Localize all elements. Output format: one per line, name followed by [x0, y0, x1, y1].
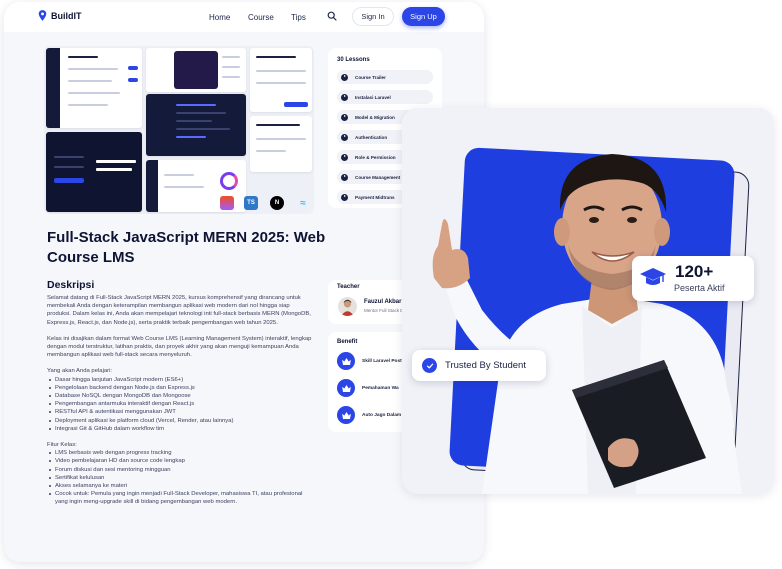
brand-name: BuildIT — [51, 10, 82, 21]
list-item: Cocok untuk: Pemula yang ingin menjadi F… — [47, 490, 315, 506]
play-icon — [341, 73, 348, 81]
lessons-heading: 30 Lessons — [337, 57, 370, 63]
benefit-item: Pemahaman Wa — [337, 379, 399, 397]
benefit-item: Skill Laravel Posti — [337, 352, 403, 370]
brand-logo[interactable]: BuildIT — [38, 10, 82, 21]
nextjs-icon: N — [270, 196, 284, 210]
sign-in-button[interactable]: Sign In — [352, 7, 394, 26]
list-item: RESTful API & autentikasi menggunakan JW… — [47, 408, 315, 416]
teacher-role: Mentor Full Stack D — [364, 308, 404, 313]
list-item: LMS berbasis web dengan progress trackin… — [47, 449, 315, 457]
lesson-item[interactable]: Course Trailer — [337, 70, 433, 84]
mockup-cards — [250, 116, 312, 172]
active-students-badge: 120+ Peserta Aktif — [632, 256, 754, 301]
stat-number: 120+ — [675, 262, 714, 281]
list-item: Pengelolaan backend dengan Node.js dan E… — [47, 384, 315, 392]
description-heading: Deskripsi — [47, 279, 95, 291]
teacher-heading: Teacher — [337, 284, 360, 290]
play-icon — [341, 133, 348, 141]
list-item: Pengembangan antarmuka interaktif dengan… — [47, 400, 315, 408]
mockup-signup — [46, 132, 142, 212]
list-item: Video pembelajaran HD dan source code le… — [47, 457, 315, 465]
course-title: Full-Stack JavaScript MERN 2025: Web Cou… — [47, 229, 326, 266]
play-icon — [341, 93, 348, 101]
list-item: Forum diskusi dan sesi mentoring minggua… — [47, 466, 315, 474]
mockup-dashboard — [46, 48, 142, 128]
crown-icon — [337, 352, 355, 370]
list-item: Sertifikat kelulusan — [47, 474, 315, 482]
crown-icon — [337, 406, 355, 424]
figma-icon — [220, 196, 234, 210]
course-thumbnail: TS N ≈ — [44, 46, 314, 214]
avatar — [338, 297, 357, 316]
play-icon — [341, 113, 348, 121]
learn-list: Dasar hingga lanjutan JavaScript modern … — [47, 376, 315, 433]
nav-link-home[interactable]: Home — [209, 13, 230, 22]
location-pin-icon — [38, 10, 47, 21]
trusted-label: Trusted By Student — [445, 360, 526, 371]
play-icon — [341, 173, 348, 181]
check-icon — [422, 358, 437, 373]
features-list: LMS berbasis web dengan progress trackin… — [47, 449, 315, 506]
hero-card — [402, 108, 774, 494]
list-item: Dasar hingga lanjutan JavaScript modern … — [47, 376, 315, 384]
list-item: Akses selamanya ke materi — [47, 482, 315, 490]
list-item: Deployment aplikasi ke platform cloud (V… — [47, 417, 315, 425]
student-photo — [432, 154, 742, 494]
stat-label: Peserta Aktif — [674, 283, 725, 293]
mockup-list — [146, 48, 246, 92]
benefit-item: Auto Jago Dalam — [337, 406, 401, 424]
mockup-code-editor — [146, 94, 246, 156]
play-icon — [341, 193, 348, 201]
search-icon[interactable] — [327, 11, 337, 21]
graduation-cap-icon — [640, 268, 666, 285]
crown-icon — [337, 379, 355, 397]
list-item: Database NoSQL dengan MongoDB dan Mongoo… — [47, 392, 315, 400]
tailwind-icon: ≈ — [300, 197, 306, 209]
list-item: Integrasi Git & GitHub dalam workflow ti… — [47, 425, 315, 433]
navbar: BuildIT Home Course Tips Sign In Sign Up — [4, 2, 484, 32]
trusted-badge: Trusted By Student — [412, 350, 546, 381]
description-paragraph: Selamat datang di Full-Stack JavaScript … — [47, 295, 311, 326]
typescript-icon: TS — [244, 196, 258, 210]
learn-heading: Yang akan Anda pelajari: — [47, 368, 113, 375]
play-icon — [341, 153, 348, 161]
nav-link-tips[interactable]: Tips — [291, 13, 306, 22]
benefit-heading: Benefit — [337, 339, 358, 345]
mockup-form — [250, 48, 312, 112]
features-heading: Fitur Kelas: — [47, 442, 77, 449]
sign-up-button[interactable]: Sign Up — [402, 7, 445, 26]
description-paragraph: Kelas ini disajikan dalam format Web Cou… — [47, 335, 312, 359]
teacher-name: Fauzul Akbar — [364, 299, 402, 305]
lesson-item[interactable]: Instalasi Laravel — [337, 90, 433, 104]
course-description: Selamat datang di Full-Stack JavaScript … — [47, 294, 315, 515]
nav-link-course[interactable]: Course — [248, 13, 274, 22]
